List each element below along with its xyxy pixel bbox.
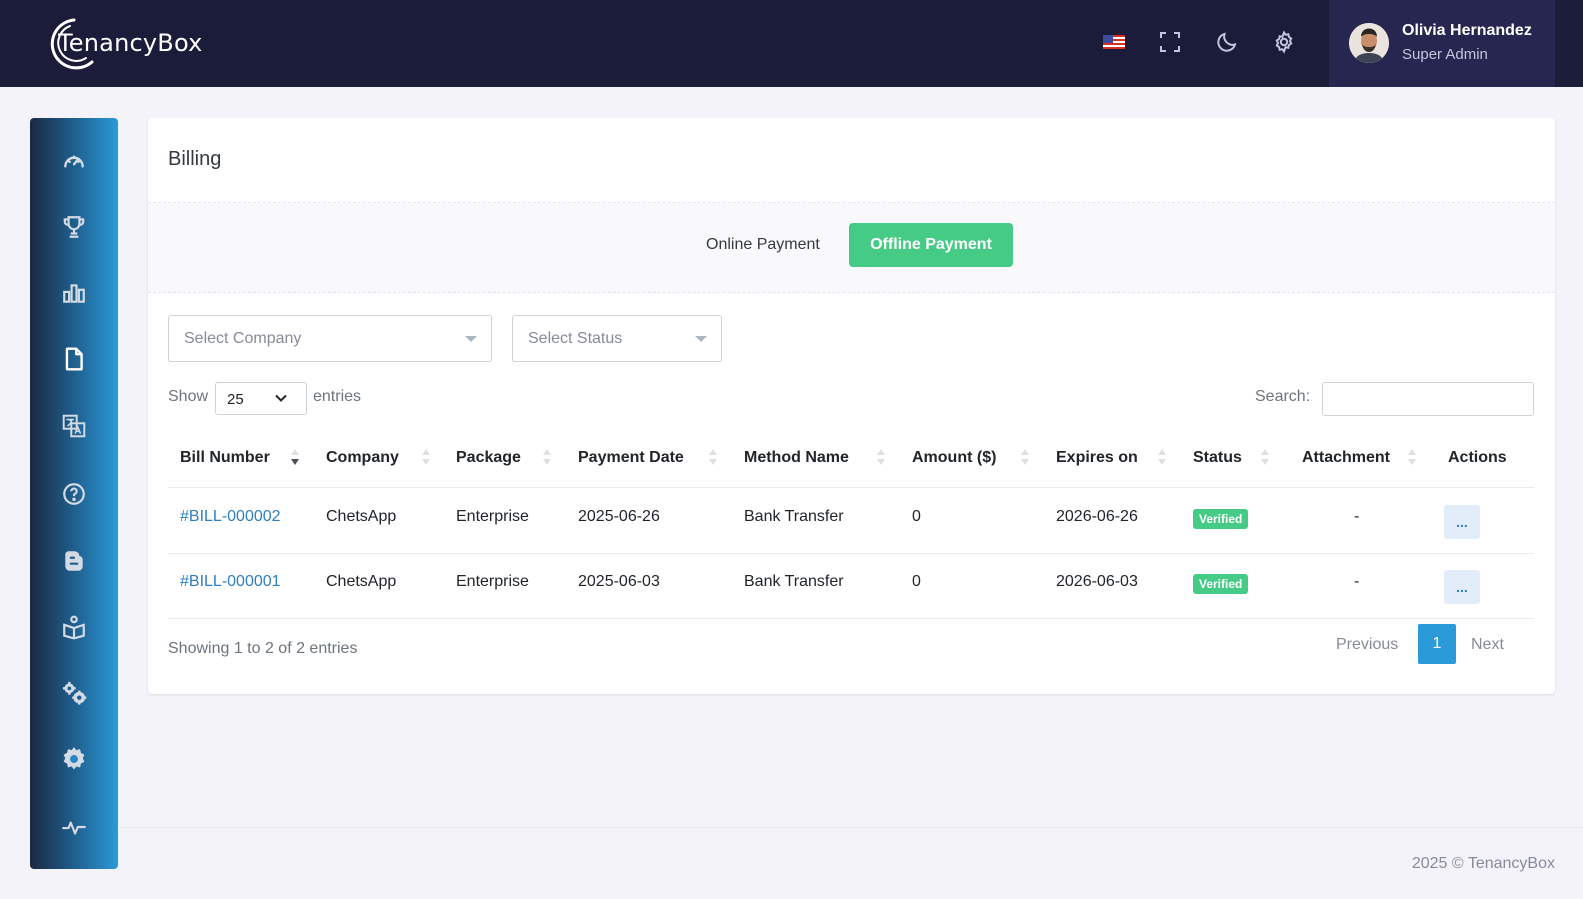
payment-date-cell: 2025-06-26 <box>578 508 660 525</box>
chevron-down-icon <box>274 391 288 410</box>
avatar <box>1349 23 1389 63</box>
sort-icon <box>1158 449 1166 469</box>
th-method-name[interactable]: Method Name <box>744 449 849 467</box>
search-input[interactable] <box>1322 382 1534 416</box>
brand-name: TenancyBox <box>58 29 203 57</box>
pulse-icon[interactable] <box>59 812 89 842</box>
trophy-icon[interactable] <box>59 212 89 242</box>
table-info: Showing 1 to 2 of 2 entries <box>168 640 358 657</box>
amount-cell: 0 <box>912 573 921 590</box>
status-select[interactable]: Select Status <box>512 315 722 362</box>
th-actions: Actions <box>1448 449 1507 466</box>
expires-on-cell: 2026-06-26 <box>1056 508 1138 525</box>
gear-icon[interactable] <box>1270 28 1298 56</box>
sort-icon <box>543 449 551 469</box>
settings-gear-icon[interactable] <box>59 744 89 774</box>
pagination-page-1[interactable]: 1 <box>1418 624 1456 664</box>
page-title: Billing <box>168 148 222 170</box>
sort-icon <box>709 449 717 469</box>
expires-on-cell: 2026-06-03 <box>1056 573 1138 590</box>
table-header: Bill Number Company Package Payment Date… <box>168 428 1534 488</box>
th-status[interactable]: Status <box>1193 449 1242 467</box>
search-label: Search: <box>1255 388 1311 405</box>
entries-length-select[interactable]: 25 <box>215 382 307 415</box>
pagination-next[interactable]: Next <box>1471 636 1504 654</box>
attachment-cell: - <box>1354 508 1360 525</box>
fullscreen-icon[interactable] <box>1156 28 1184 56</box>
th-bill-number[interactable]: Bill Number <box>180 449 270 467</box>
actions-menu-button[interactable]: ... <box>1444 570 1480 604</box>
company-cell: ChetsApp <box>326 508 397 525</box>
brand-logo[interactable]: TenancyBox <box>34 14 202 72</box>
entries-length-value: 25 <box>227 391 244 408</box>
user-role: Super Admin <box>1402 46 1488 63</box>
amount-cell: 0 <box>912 508 921 525</box>
user-name: Olivia Hernandez <box>1402 22 1532 39</box>
tab-offline-payment[interactable]: Offline Payment <box>849 223 1013 267</box>
footer-copyright: 2025 © TenancyBox <box>1411 855 1555 872</box>
package-cell: Enterprise <box>456 508 529 525</box>
pagination-previous[interactable]: Previous <box>1336 636 1398 654</box>
user-profile-dropdown[interactable]: Olivia Hernandez Super Admin <box>1329 0 1555 87</box>
dashboard-gauge-icon[interactable] <box>59 146 89 176</box>
status-badge: Verified <box>1193 574 1249 594</box>
company-select-placeholder: Select Company <box>184 330 302 347</box>
top-bar: TenancyBox Olivia Hernandez Super Admin <box>0 0 1583 87</box>
sort-desc-icon <box>291 449 299 469</box>
entries-label: entries <box>313 388 362 405</box>
payment-date-cell: 2025-06-03 <box>578 573 660 590</box>
moon-icon[interactable] <box>1213 28 1241 56</box>
caret-down-icon <box>695 336 707 342</box>
status-select-placeholder: Select Status <box>528 330 623 347</box>
attachment-cell: - <box>1354 573 1360 590</box>
th-package[interactable]: Package <box>456 449 521 467</box>
help-circle-icon[interactable] <box>59 479 89 509</box>
bill-number-link[interactable]: #BILL-000001 <box>180 573 281 591</box>
sort-icon <box>877 449 885 469</box>
th-expires-on[interactable]: Expires on <box>1056 449 1138 467</box>
file-icon[interactable] <box>59 344 89 374</box>
th-company[interactable]: Company <box>326 449 399 467</box>
company-select[interactable]: Select Company <box>168 315 492 362</box>
blog-icon[interactable] <box>59 546 89 576</box>
method-name-cell: Bank Transfer <box>744 573 844 590</box>
actions-menu-button[interactable]: ... <box>1444 505 1480 539</box>
caret-down-icon <box>465 336 477 342</box>
show-label: Show <box>168 388 209 405</box>
status-badge: Verified <box>1193 509 1249 529</box>
bill-number-link[interactable]: #BILL-000002 <box>180 508 281 526</box>
footer-divider <box>118 827 1583 828</box>
tab-online-payment[interactable]: Online Payment <box>706 236 820 254</box>
company-cell: ChetsApp <box>326 573 397 590</box>
us-flag-icon[interactable] <box>1100 28 1128 56</box>
th-amount[interactable]: Amount ($) <box>912 449 996 467</box>
method-name-cell: Bank Transfer <box>744 508 844 525</box>
package-cell: Enterprise <box>456 573 529 590</box>
payment-tabs: Online Payment Offline Payment <box>148 203 1555 293</box>
table-row: #BILL-000002 ChetsApp Enterprise 2025-06… <box>168 489 1534 554</box>
translate-icon[interactable] <box>59 411 89 441</box>
sort-icon <box>1021 449 1029 469</box>
bar-chart-icon[interactable] <box>59 278 89 308</box>
sort-icon <box>422 449 430 469</box>
billing-card: Billing Online Payment Offline Payment S… <box>148 118 1555 694</box>
sort-icon <box>1408 449 1416 469</box>
table-row: #BILL-000001 ChetsApp Enterprise 2025-06… <box>168 554 1534 619</box>
th-payment-date[interactable]: Payment Date <box>578 449 684 467</box>
sort-icon <box>1261 449 1269 469</box>
book-reader-icon[interactable] <box>59 612 89 642</box>
th-attachment[interactable]: Attachment <box>1302 449 1390 467</box>
sidebar <box>30 118 118 869</box>
cogs-icon[interactable] <box>59 678 89 708</box>
